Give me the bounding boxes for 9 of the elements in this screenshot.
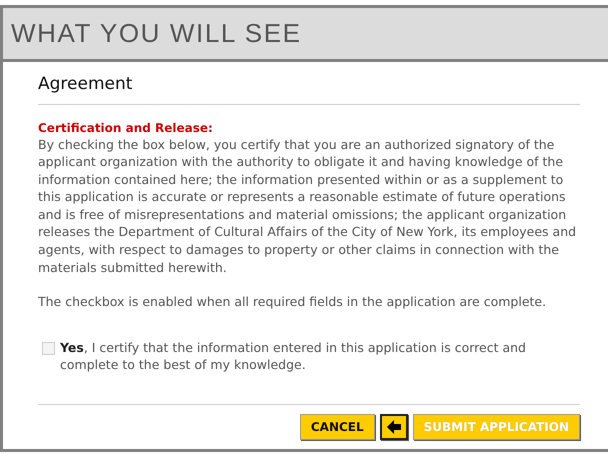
cancel-button[interactable]: CANCEL	[300, 414, 375, 440]
back-button[interactable]	[380, 414, 408, 440]
note-text: The checkbox is enabled when all required fields in the application are complete.	[38, 293, 548, 311]
section-title: Agreement	[38, 72, 580, 104]
page-title: WHAT YOU WILL SEE	[11, 17, 302, 50]
certification-text: By checking the box below, you certify that you are an authorized signatory of the applicant organization with the authority to obligate it and having knowledge of the information contained here; the information presented within or as a supplement to this application is accurate or represents a reasonable estimate of future operations and is free of misrepresentations and material omissions; the applicant organization releases the Department of Cultural Affairs of the City of New York, its employees and agents, with respect to damages to property or other claims in connection with the materials submitted herewith.	[38, 136, 578, 276]
checkbox-label: Yes, I certify that the information entered in this application is correct and complete to the best of my knowledge.	[60, 338, 527, 374]
left-arrow-icon	[386, 419, 402, 436]
section-heading: Certification and Release:	[38, 120, 214, 136]
